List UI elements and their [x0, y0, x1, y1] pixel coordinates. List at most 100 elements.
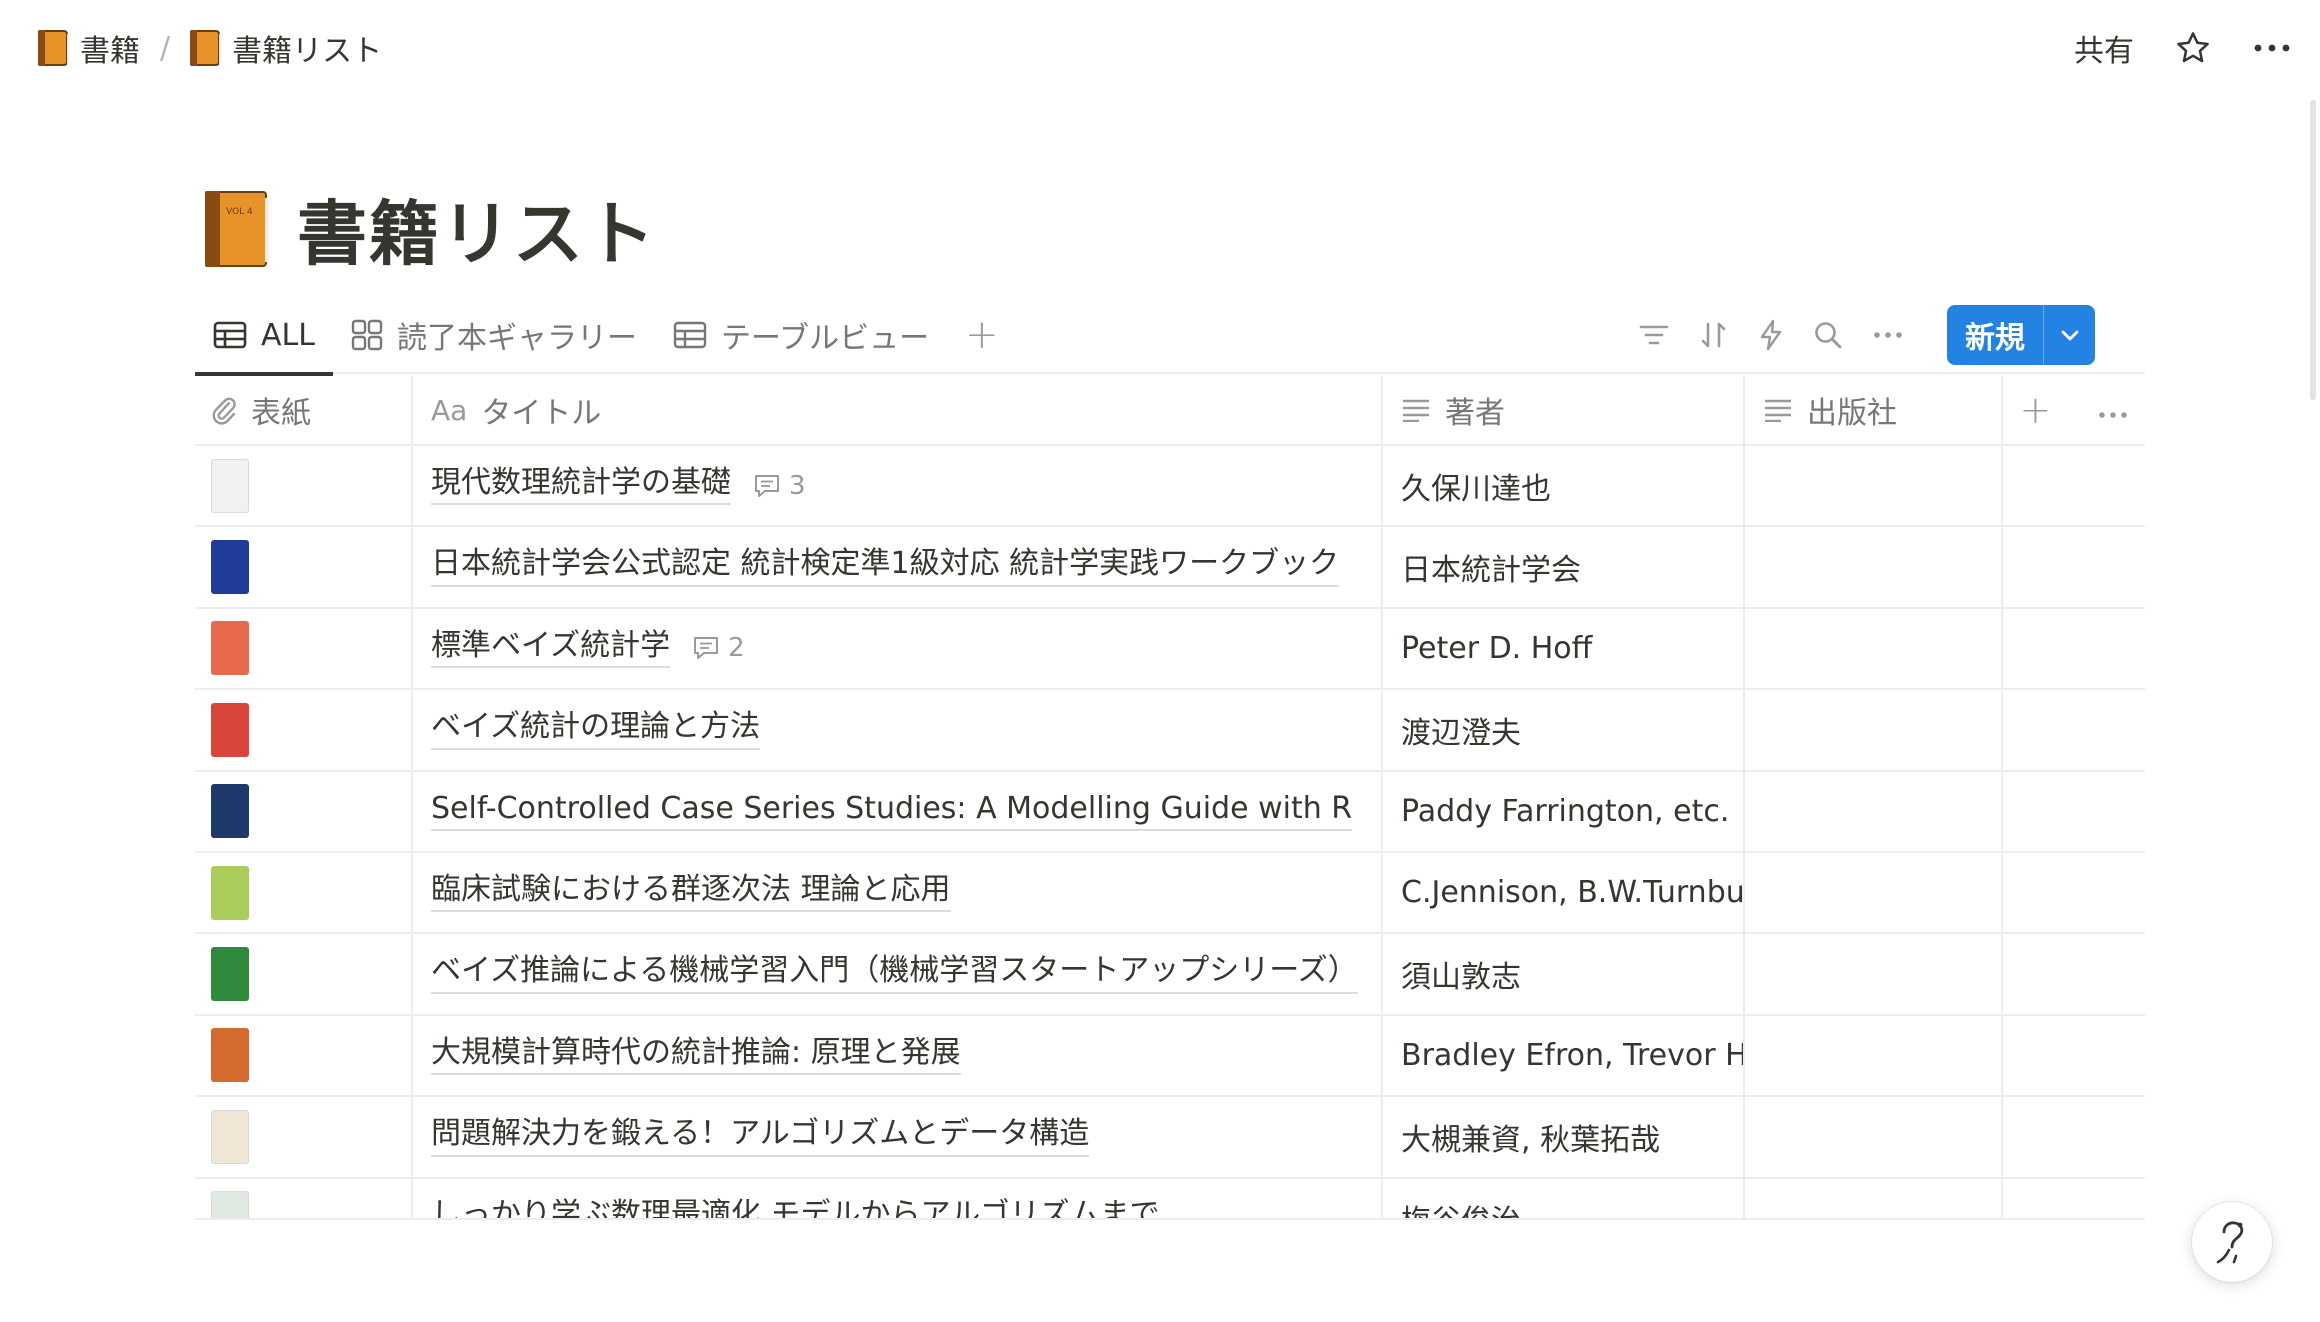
tab-all[interactable]: ALL	[195, 296, 333, 376]
cover-cell[interactable]	[195, 1015, 413, 1096]
cover-cell[interactable]	[195, 771, 413, 851]
more-horizontal-icon[interactable]	[1873, 330, 1903, 340]
cover-cell[interactable]	[195, 608, 413, 689]
scrollbar[interactable]	[2310, 100, 2316, 400]
column-header-author[interactable]: 著者	[1383, 376, 1745, 444]
book-cover-thumbnail[interactable]	[211, 947, 249, 1002]
table-row[interactable]: 臨床試験における群逐次法 理論と応用 C.Jennison, B.W.Turnbu…	[195, 852, 2145, 935]
table-row[interactable]: 現代数理統計学の基礎 3 久保川達也	[195, 446, 2145, 528]
author-cell[interactable]: 渡辺澄夫	[1383, 690, 1745, 770]
search-icon[interactable]	[1813, 320, 1843, 350]
table-row[interactable]: Self-Controlled Case Series Studies: A M…	[195, 771, 2145, 853]
star-icon[interactable]	[2174, 29, 2212, 67]
table-row[interactable]: しっかり学ぶ数理最適化 モデルからアルゴリズムまで 梅谷俊治	[195, 1178, 2145, 1218]
book-cover-thumbnail[interactable]	[211, 540, 249, 595]
breadcrumb-item-books[interactable]: 書籍	[28, 20, 150, 76]
title-cell[interactable]: 大規模計算時代の統計推論: 原理と発展	[413, 1015, 1383, 1096]
book-cover-thumbnail[interactable]	[211, 702, 249, 757]
publisher-cell[interactable]	[1745, 527, 2003, 607]
new-button[interactable]: 新規	[1947, 305, 2043, 365]
author-cell[interactable]: 大槻兼資, 秋葉拓哉	[1383, 1097, 1745, 1177]
publisher-cell[interactable]	[1745, 446, 2003, 526]
cover-cell[interactable]	[195, 527, 413, 607]
table-row[interactable]: 日本統計学会公式認定 統計検定準1級対応 統計学実践ワークブック 日本統計学会	[195, 527, 2145, 609]
column-header-publisher[interactable]: 出版社	[1745, 376, 2003, 444]
book-title-link[interactable]: 大規模計算時代の統計推論: 原理と発展	[431, 1035, 961, 1076]
sort-icon[interactable]	[1699, 320, 1729, 350]
table-row[interactable]: ベイズ推論による機械学習入門（機械学習スタートアップシリーズ） 須山敦志	[195, 934, 2145, 1016]
cover-cell[interactable]	[195, 690, 413, 770]
cover-cell[interactable]	[195, 1097, 413, 1177]
author-cell[interactable]: 日本統計学会	[1383, 527, 1745, 607]
page-title[interactable]: 書籍リスト	[297, 178, 657, 279]
book-cover-thumbnail[interactable]	[211, 458, 249, 513]
column-header-cover[interactable]: 表紙	[195, 376, 413, 444]
column-header-title[interactable]: Aa タイトル	[413, 376, 1383, 444]
book-cover-thumbnail[interactable]	[211, 621, 249, 676]
more-horizontal-icon[interactable]	[2098, 393, 2128, 428]
author-cell[interactable]: 久保川達也	[1383, 446, 1745, 526]
chevron-down-icon[interactable]	[2043, 305, 2095, 365]
author-cell[interactable]: Peter D. Hoff	[1383, 608, 1745, 689]
book-cover-thumbnail[interactable]	[211, 865, 249, 920]
book-cover-thumbnail[interactable]	[211, 1191, 249, 1218]
title-cell[interactable]: 標準ベイズ統計学 2	[413, 608, 1383, 689]
table-row[interactable]: 標準ベイズ統計学 2 Peter D. Hoff	[195, 608, 2145, 691]
title-cell[interactable]: 現代数理統計学の基礎 3	[413, 446, 1383, 526]
book-title-link[interactable]: ベイズ統計の理論と方法	[431, 710, 761, 750]
table-row[interactable]: 問題解決力を鍛える！アルゴリズムとデータ構造 大槻兼資, 秋葉拓哉	[195, 1097, 2145, 1179]
book-title-link[interactable]: Self-Controlled Case Series Studies: A M…	[431, 791, 1353, 831]
author-cell[interactable]: 須山敦志	[1383, 934, 1745, 1014]
title-cell[interactable]: Self-Controlled Case Series Studies: A M…	[413, 771, 1383, 851]
publisher-cell[interactable]	[1745, 1178, 2003, 1218]
book-title-link[interactable]: 日本統計学会公式認定 統計検定準1級対応 統計学実践ワークブック	[431, 547, 1340, 587]
filter-icon[interactable]	[1639, 323, 1669, 347]
table-row[interactable]: ベイズ統計の理論と方法 渡辺澄夫	[195, 690, 2145, 772]
author-cell[interactable]: 梅谷俊治	[1383, 1178, 1745, 1218]
cover-cell[interactable]	[195, 446, 413, 526]
comment-count[interactable]: 3	[753, 471, 806, 501]
more-horizontal-icon[interactable]	[2252, 42, 2292, 54]
add-view-button[interactable]: +	[947, 312, 1017, 358]
title-cell[interactable]: 日本統計学会公式認定 統計検定準1級対応 統計学実践ワークブック	[413, 527, 1383, 607]
breadcrumb-item-book-list[interactable]: 書籍リスト	[180, 20, 392, 76]
tab-table-view[interactable]: テーブルビュー	[655, 296, 947, 374]
title-cell[interactable]: 問題解決力を鍛える！アルゴリズムとデータ構造	[413, 1097, 1383, 1177]
title-cell[interactable]: 臨床試験における群逐次法 理論と応用	[413, 852, 1383, 933]
publisher-cell[interactable]	[1745, 1097, 2003, 1177]
book-cover-thumbnail[interactable]	[211, 1028, 249, 1083]
publisher-cell[interactable]	[1745, 934, 2003, 1014]
add-column-button[interactable]: +	[2020, 388, 2052, 432]
page-icon[interactable]: VOL 4	[205, 190, 270, 267]
publisher-cell[interactable]	[1745, 1015, 2003, 1096]
cover-cell[interactable]	[195, 852, 413, 933]
table-row[interactable]: 大規模計算時代の統計推論: 原理と発展 Bradley Efron, Trevor…	[195, 1015, 2145, 1098]
book-title-link[interactable]: 標準ベイズ統計学	[431, 628, 671, 669]
title-cell[interactable]: ベイズ推論による機械学習入門（機械学習スタートアップシリーズ）	[413, 934, 1383, 1014]
tab-label: ALL	[261, 317, 315, 353]
tab-read-gallery[interactable]: 読了本ギャラリー	[333, 296, 655, 374]
share-button[interactable]: 共有	[2074, 26, 2134, 70]
book-cover-thumbnail[interactable]	[211, 1109, 249, 1164]
book-title-link[interactable]: ベイズ推論による機械学習入門（機械学習スタートアップシリーズ）	[431, 954, 1358, 994]
book-title-link[interactable]: 臨床試験における群逐次法 理論と応用	[431, 872, 951, 913]
title-cell[interactable]: ベイズ統計の理論と方法	[413, 690, 1383, 770]
book-cover-thumbnail[interactable]	[211, 784, 249, 839]
author-cell[interactable]: Paddy Farrington, etc.	[1383, 771, 1745, 851]
publisher-cell[interactable]	[1745, 690, 2003, 770]
publisher-cell[interactable]	[1745, 852, 2003, 933]
automation-icon[interactable]	[1759, 319, 1783, 351]
publisher-cell[interactable]	[1745, 608, 2003, 689]
help-button[interactable]	[2192, 1202, 2272, 1282]
book-title-link[interactable]: 現代数理統計学の基礎	[431, 465, 731, 506]
cover-cell[interactable]	[195, 1178, 413, 1218]
tab-label: 読了本ギャラリー	[396, 321, 637, 356]
author-cell[interactable]: C.Jennison, B.W.Turnbull	[1383, 852, 1745, 933]
book-title-link[interactable]: しっかり学ぶ数理最適化 モデルからアルゴリズムまで	[431, 1198, 1160, 1218]
book-title-link[interactable]: 問題解決力を鍛える！アルゴリズムとデータ構造	[431, 1117, 1090, 1157]
author-cell[interactable]: Bradley Efron, Trevor Ha	[1383, 1015, 1745, 1096]
comment-count[interactable]: 2	[692, 633, 745, 663]
publisher-cell[interactable]	[1745, 771, 2003, 851]
cover-cell[interactable]	[195, 934, 413, 1014]
title-cell[interactable]: しっかり学ぶ数理最適化 モデルからアルゴリズムまで	[413, 1178, 1383, 1218]
